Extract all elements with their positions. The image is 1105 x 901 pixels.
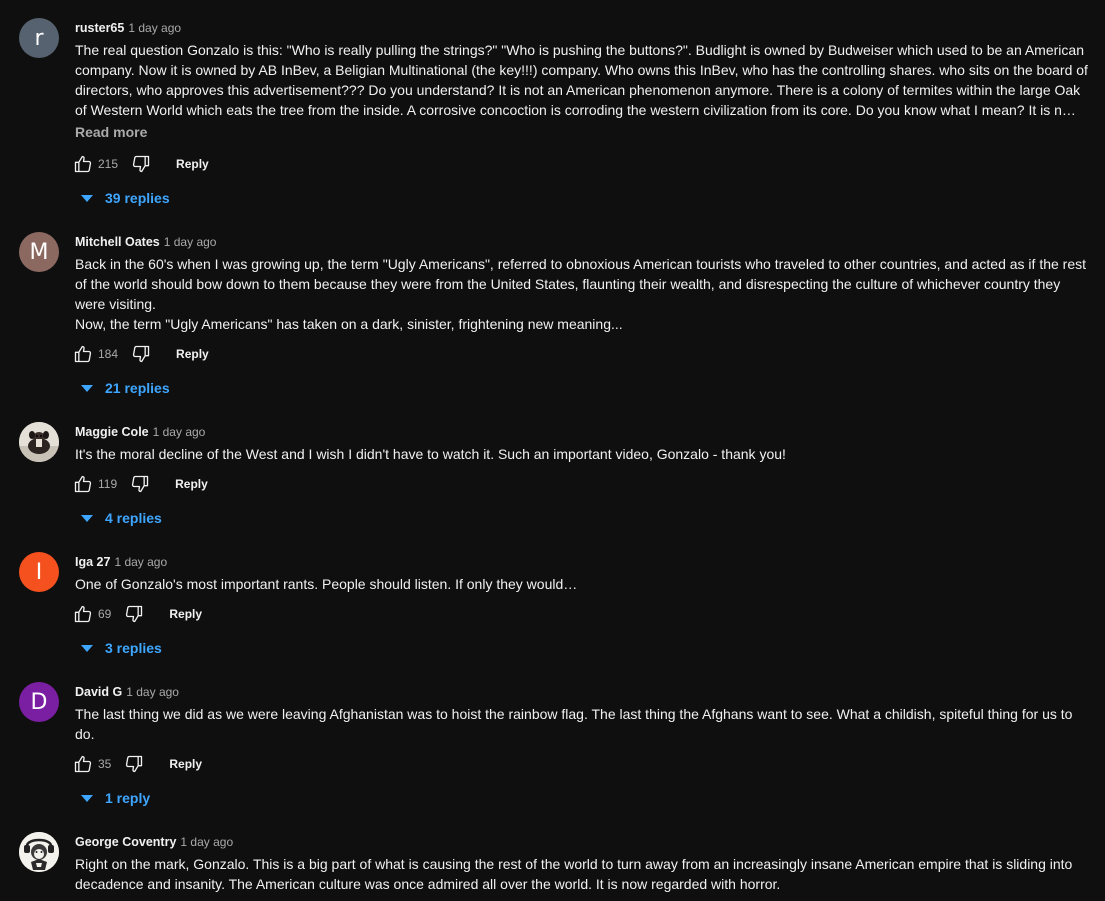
caret-down-icon xyxy=(81,794,93,802)
comment-body: Iga 27 1 day ago One of Gonzalo's most im… xyxy=(75,552,1091,594)
comment-body: Mitchell Oates 1 day ago Back in the 60's… xyxy=(75,232,1091,334)
avatar[interactable]: D xyxy=(19,682,59,722)
comment-text: One of Gonzalo's most important rants. P… xyxy=(75,576,578,592)
dislike-button[interactable] xyxy=(130,153,152,175)
dislike-button[interactable] xyxy=(123,753,145,775)
dislike-button[interactable] xyxy=(130,343,152,365)
dislike-button[interactable] xyxy=(129,473,151,495)
thumbs-up-icon xyxy=(74,755,92,773)
thumbs-up-icon xyxy=(74,475,92,493)
caret-down-icon xyxy=(81,514,93,522)
replies-count-label: 1 reply xyxy=(105,790,151,806)
avatar-letter: D xyxy=(30,689,48,715)
view-replies-button[interactable]: 4 replies xyxy=(78,506,162,530)
comment-text: It's the moral decline of the West and I… xyxy=(75,446,786,462)
comment-author[interactable]: Maggie Cole xyxy=(75,425,149,439)
comment-body: George Coventry 1 day ago Right on the ma… xyxy=(75,832,1091,894)
reply-button[interactable]: Reply xyxy=(169,757,202,771)
thumbs-up-icon xyxy=(74,345,92,363)
like-button[interactable] xyxy=(72,473,94,495)
comment-timestamp[interactable]: 1 day ago xyxy=(153,425,206,439)
caret-down-icon xyxy=(81,644,93,652)
like-count: 119 xyxy=(98,477,118,491)
comment-text: The real question Gonzalo is this: "Who … xyxy=(75,42,1088,118)
avatar[interactable]: r xyxy=(19,18,59,58)
thumbs-down-icon xyxy=(132,155,150,173)
comment-actions: 184 Reply xyxy=(72,342,209,366)
comment-timestamp[interactable]: 1 day ago xyxy=(128,21,181,35)
comment-actions: 119 Reply xyxy=(72,472,208,496)
comment-header: Maggie Cole 1 day ago xyxy=(75,422,1091,442)
view-replies-button[interactable]: 3 replies xyxy=(78,636,162,660)
avatar-letter: I xyxy=(35,559,43,585)
comment-actions: 35 Reply xyxy=(72,752,202,776)
comment-author[interactable]: George Coventry xyxy=(75,835,176,849)
comment-text: Right on the mark, Gonzalo. This is a bi… xyxy=(75,856,1073,892)
comment-actions: 69 Reply xyxy=(72,602,202,626)
caret-down-icon xyxy=(81,194,93,202)
avatar-letter: r xyxy=(34,25,44,51)
reply-button[interactable]: Reply xyxy=(175,477,208,491)
view-replies-button[interactable]: 1 reply xyxy=(78,786,150,810)
replies-count-label: 39 replies xyxy=(105,190,170,206)
comment-author[interactable]: Mitchell Oates xyxy=(75,235,160,249)
avatar[interactable] xyxy=(19,832,59,872)
dislike-button[interactable] xyxy=(123,603,145,625)
comment-timestamp[interactable]: 1 day ago xyxy=(114,555,167,569)
read-more-button[interactable]: Read more xyxy=(75,124,147,140)
like-button[interactable] xyxy=(72,753,94,775)
like-count: 69 xyxy=(98,607,112,621)
comment-timestamp[interactable]: 1 day ago xyxy=(164,235,217,249)
comment-paragraph: Now, the term "Ugly Americans" has taken… xyxy=(75,316,623,332)
comment-paragraph: Back in the 60's when I was growing up, … xyxy=(75,256,1087,312)
replies-count-label: 4 replies xyxy=(105,510,162,526)
comment-author[interactable]: Iga 27 xyxy=(75,555,110,569)
comment-body: ruster65 1 day ago The real question Gonz… xyxy=(75,18,1091,142)
like-count: 35 xyxy=(98,757,112,771)
reply-button[interactable]: Reply xyxy=(169,607,202,621)
comment-header: David G 1 day ago xyxy=(75,682,1091,702)
comment-body: David G 1 day ago The last thing we did a… xyxy=(75,682,1091,744)
view-replies-button[interactable]: 39 replies xyxy=(78,186,170,210)
like-button[interactable] xyxy=(72,603,94,625)
comment-author[interactable]: David G xyxy=(75,685,122,699)
like-count: 184 xyxy=(98,347,119,361)
monkey-drawing-icon xyxy=(19,832,59,872)
thumbs-down-icon xyxy=(132,475,149,493)
comment-author[interactable]: ruster65 xyxy=(75,21,124,35)
avatar-letter: M xyxy=(29,239,49,265)
comment-actions: 215 Reply xyxy=(72,152,209,176)
avatar[interactable]: M xyxy=(19,232,59,272)
replies-count-label: 3 replies xyxy=(105,640,162,656)
comment-timestamp[interactable]: 1 day ago xyxy=(180,835,233,849)
dog-photo-icon xyxy=(19,422,59,462)
thumbs-up-icon xyxy=(74,155,92,173)
comment-timestamp[interactable]: 1 day ago xyxy=(126,685,179,699)
thumbs-down-icon xyxy=(126,605,143,623)
like-button[interactable] xyxy=(72,343,94,365)
avatar[interactable]: I xyxy=(19,552,59,592)
comment-text: Back in the 60's when I was growing up, … xyxy=(75,254,1091,334)
comment-header: ruster65 1 day ago xyxy=(75,18,1091,38)
caret-down-icon xyxy=(81,384,93,392)
comment-header: George Coventry 1 day ago xyxy=(75,832,1091,852)
comment-header: Iga 27 1 day ago xyxy=(75,552,1091,572)
thumbs-down-icon xyxy=(132,345,150,363)
replies-count-label: 21 replies xyxy=(105,380,170,396)
comment-text: The last thing we did as we were leaving… xyxy=(75,706,1073,742)
thumbs-up-icon xyxy=(74,605,92,623)
reply-button[interactable]: Reply xyxy=(176,347,209,361)
view-replies-button[interactable]: 21 replies xyxy=(78,376,170,400)
avatar[interactable] xyxy=(19,422,59,462)
thumbs-down-icon xyxy=(126,755,143,773)
like-button[interactable] xyxy=(72,153,94,175)
reply-button[interactable]: Reply xyxy=(176,157,209,171)
comment-body: Maggie Cole 1 day ago It's the moral decl… xyxy=(75,422,1091,464)
comment-header: Mitchell Oates 1 day ago xyxy=(75,232,1091,252)
like-count: 215 xyxy=(98,157,119,171)
